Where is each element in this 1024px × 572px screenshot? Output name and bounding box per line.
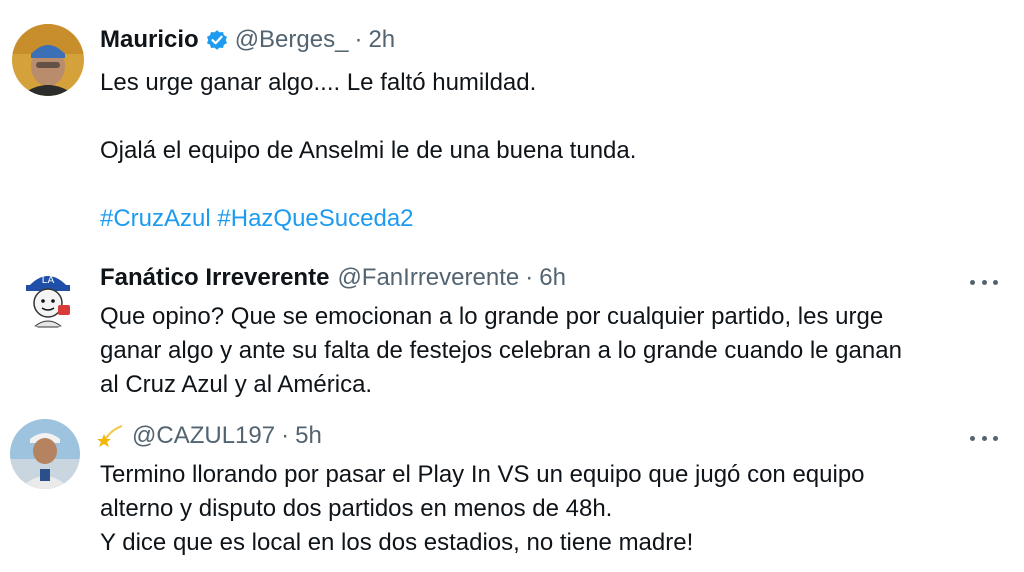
- author-handle[interactable]: @CAZUL197: [132, 422, 275, 450]
- tweet-1[interactable]: Mauricio @Berges_ · 2h Les urge ganar al…: [0, 0, 1024, 255]
- author-name[interactable]: Mauricio: [100, 26, 199, 54]
- tweet-line: Ojalá el equipo de Anselmi le de una bue…: [100, 137, 637, 164]
- tweet-line: alterno y disputo dos partidos en menos …: [100, 495, 613, 522]
- tweet-line: ganar algo y ante su falta de festejos c…: [100, 337, 902, 364]
- tweet-header: Mauricio @Berges_ · 2h: [100, 26, 395, 54]
- hashtag-link[interactable]: #CruzAzul: [100, 205, 211, 232]
- avatar-image: [10, 419, 80, 489]
- avatar-cazul[interactable]: [10, 419, 80, 489]
- timestamp[interactable]: 5h: [295, 422, 322, 450]
- separator-dot: ·: [354, 26, 363, 53]
- tweet-text: Termino llorando por pasar el Play In VS…: [100, 458, 865, 560]
- tweet-line: Les urge ganar algo.... Le faltó humilda…: [100, 69, 537, 96]
- tweet-text: Que opino? Que se emocionan a lo grande …: [100, 300, 902, 402]
- author-name[interactable]: Fanático Irreverente: [100, 264, 329, 292]
- author-handle[interactable]: @FanIrreverente: [337, 264, 519, 292]
- tweet-line: Termino llorando por pasar el Play In VS…: [100, 461, 865, 488]
- hashtags: #CruzAzul #HazQueSuceda2: [100, 202, 636, 236]
- tweet-line: al Cruz Azul y al América.: [100, 371, 373, 398]
- tweet-text: Les urge ganar algo.... Le faltó humilda…: [100, 66, 636, 236]
- separator-dot: ·: [281, 422, 290, 449]
- tweet-line: Que opino? Que se emocionan a lo grande …: [100, 303, 884, 330]
- avatar-image: [12, 24, 84, 96]
- tweet-header: Fanático Irreverente @FanIrreverente · 6…: [100, 264, 566, 292]
- more-options-icon[interactable]: [970, 433, 998, 443]
- timestamp[interactable]: 2h: [368, 26, 395, 54]
- avatar-image: LA: [14, 261, 82, 329]
- separator-dot: ·: [525, 264, 534, 291]
- timestamp[interactable]: 6h: [539, 264, 566, 292]
- tweet-2[interactable]: LA Fanático Irreverente @FanIrreverente …: [0, 255, 1024, 405]
- tweet-header: @CAZUL197 · 5h: [96, 422, 322, 450]
- star-emoji-icon: [96, 422, 126, 450]
- verified-badge-icon: [205, 28, 229, 52]
- hashtag-link[interactable]: #HazQueSuceda2: [217, 205, 413, 232]
- tweet-line: Y dice que es local en los dos estadios,…: [100, 529, 694, 556]
- more-options-icon[interactable]: [970, 277, 998, 287]
- svg-text:LA: LA: [42, 275, 55, 286]
- tweet-3[interactable]: @CAZUL197 · 5h Termino llorando por pasa…: [0, 405, 1024, 572]
- avatar-fanatico[interactable]: LA: [14, 261, 82, 329]
- author-handle[interactable]: @Berges_: [235, 26, 349, 54]
- avatar-mauricio[interactable]: [12, 24, 84, 96]
